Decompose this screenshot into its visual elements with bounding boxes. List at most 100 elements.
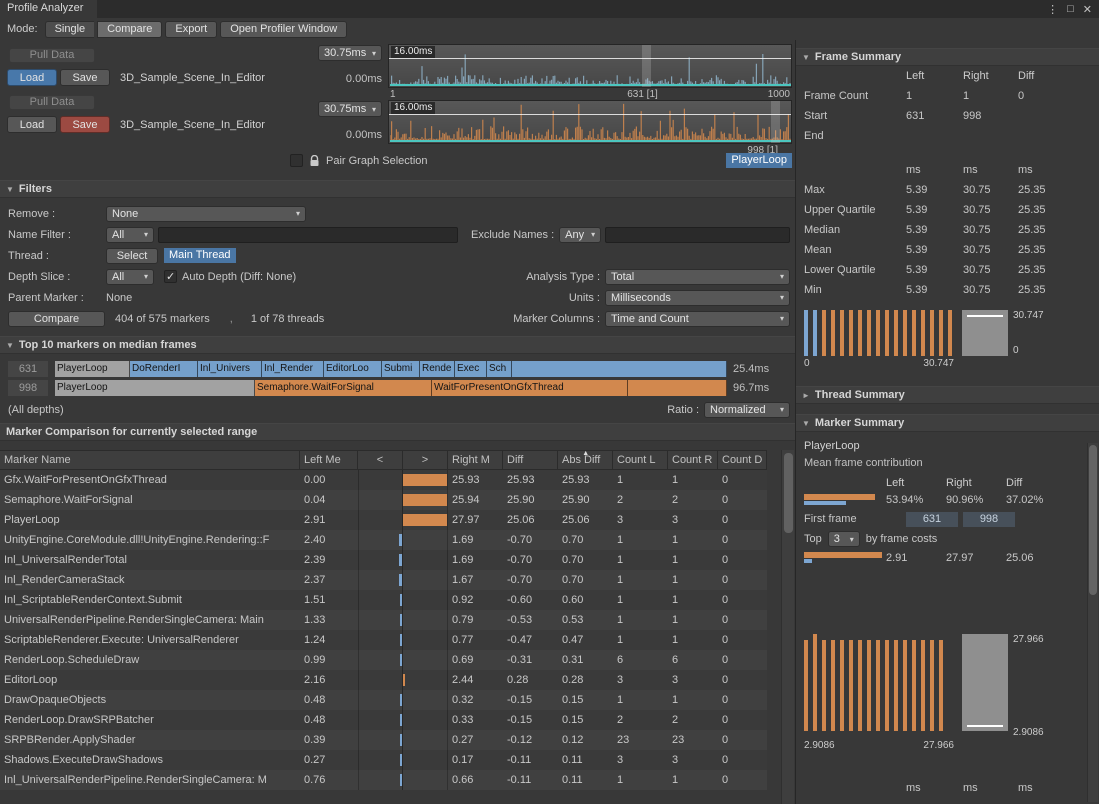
count-delta-cell: 0 <box>718 730 767 750</box>
marker-columns-dropdown[interactable]: Time and Count ▾ <box>605 311 790 327</box>
lock-icon[interactable] <box>309 155 320 167</box>
column-header-right-bar[interactable]: > <box>403 451 448 469</box>
marker-name-cell: DrawOpaqueObjects <box>0 690 300 710</box>
left-diff-bar-cell <box>358 770 403 790</box>
graph-scale-dropdown-bottom[interactable]: 30.75ms ▾ <box>318 101 382 117</box>
close-icon[interactable]: ✕ <box>1083 3 1092 16</box>
pull-data-button-left[interactable]: Pull Data <box>9 48 95 63</box>
table-row[interactable]: ScriptableRenderer.Execute: UniversalRen… <box>0 630 767 650</box>
marker-segment[interactable]: DoRenderI <box>130 361 198 377</box>
units-dropdown[interactable]: Milliseconds ▾ <box>605 290 790 306</box>
selected-marker-chip[interactable]: PlayerLoop <box>726 153 792 168</box>
analysis-type-dropdown[interactable]: Total ▾ <box>605 269 790 285</box>
frame-time-graph-left[interactable]: 16.00ms <box>388 44 792 88</box>
table-row[interactable]: Shadows.ExecuteDrawShadows0.270.17-0.110… <box>0 750 767 770</box>
column-header-count-right[interactable]: Count R <box>668 451 718 469</box>
mode-compare-button[interactable]: Compare <box>97 21 162 38</box>
marker-segment[interactable]: PlayerLoop <box>55 380 255 396</box>
marker-segment[interactable]: PlayerLoop <box>55 361 130 377</box>
table-row[interactable]: RenderLoop.DrawSRPBatcher0.480.33-0.150.… <box>0 710 767 730</box>
name-filter-input[interactable] <box>158 227 458 243</box>
table-row[interactable]: Inl_ScriptableRenderContext.Submit1.510.… <box>0 590 767 610</box>
histogram-axis: 2.9086 27.966 <box>804 738 954 752</box>
column-header-right-median[interactable]: Right M <box>448 451 503 469</box>
dataset-panel: Pull Data Load Save 3D_Sample_Scene_In_E… <box>7 46 317 142</box>
column-header-count-left[interactable]: Count L <box>613 451 668 469</box>
frame-time-graph-right[interactable]: 16.00ms <box>388 100 792 144</box>
maximize-icon[interactable]: □ <box>1067 3 1074 15</box>
column-header-left-median[interactable]: Left Me <box>300 451 358 469</box>
column-header-count-delta[interactable]: Count D <box>718 451 767 469</box>
compare-button[interactable]: Compare <box>8 311 105 327</box>
abs-diff-cell: 0.31 <box>558 650 613 670</box>
top-count-dropdown[interactable]: 3 ▾ <box>828 531 860 547</box>
pair-graph-checkbox[interactable] <box>290 154 303 167</box>
frame-summary-row: Start631998 <box>796 106 1099 126</box>
table-row[interactable]: SRPBRender.ApplyShader0.390.27-0.120.122… <box>0 730 767 750</box>
table-row[interactable]: Inl_RenderCameraStack2.371.67-0.700.7011… <box>0 570 767 590</box>
panel-scrollbar[interactable] <box>1087 443 1098 802</box>
marker-segment[interactable]: Inl_Render <box>262 361 324 377</box>
frame-summary-header[interactable]: ▼Frame Summary <box>796 48 1099 66</box>
column-header-abs-diff[interactable]: ▲Abs Diff <box>558 451 613 469</box>
thread-summary-header[interactable]: ►Thread Summary <box>796 386 1099 404</box>
column-header-left-bar[interactable]: < <box>358 451 403 469</box>
open-profiler-button[interactable]: Open Profiler Window <box>220 21 347 38</box>
mode-single-button[interactable]: Single <box>45 21 95 38</box>
table-row[interactable]: DrawOpaqueObjects0.480.32-0.150.15110 <box>0 690 767 710</box>
table-row[interactable]: Inl_UniversalRenderPipeline.RenderSingle… <box>0 770 767 790</box>
table-scrollbar[interactable] <box>781 450 794 804</box>
kebab-menu-icon[interactable]: ⋮ <box>1047 3 1058 16</box>
table-row[interactable]: UniversalRenderPipeline.RenderSingleCame… <box>0 610 767 630</box>
graph-scale-dropdown-top[interactable]: 30.75ms ▾ <box>318 45 382 61</box>
save-button-left[interactable]: Save <box>60 69 110 86</box>
ratio-dropdown[interactable]: Normalized ▾ <box>704 402 790 418</box>
marker-segment[interactable]: Rende <box>420 361 455 377</box>
top-label: Top <box>804 533 822 545</box>
pull-data-button-right[interactable]: Pull Data <box>9 95 95 110</box>
top10-header[interactable]: ▼Top 10 markers on median frames <box>0 336 795 354</box>
right-median-cell: 0.66 <box>448 770 503 790</box>
scrollbar-thumb[interactable] <box>1089 445 1097 595</box>
table-row[interactable]: UnityEngine.CoreModule.dll!UnityEngine.R… <box>0 530 767 550</box>
table-row[interactable]: EditorLoop2.162.440.280.28330 <box>0 670 767 690</box>
marker-segment[interactable] <box>628 380 727 396</box>
save-button-right[interactable]: Save <box>60 116 110 133</box>
depth-slice-dropdown[interactable]: All ▾ <box>106 269 154 285</box>
marker-segment[interactable] <box>512 361 727 377</box>
marker-segment[interactable]: Exec <box>455 361 487 377</box>
marker-segment[interactable]: EditorLoo <box>324 361 382 377</box>
exclude-names-input[interactable] <box>605 227 790 243</box>
marker-segment[interactable]: Inl_Univers <box>198 361 262 377</box>
filters-header[interactable]: ▼Filters <box>0 180 795 198</box>
marker-summary-header[interactable]: ▼Marker Summary <box>796 414 1099 432</box>
auto-depth-checkbox[interactable] <box>164 270 177 283</box>
marker-comparison-section: Marker Comparison for currently selected… <box>0 423 795 804</box>
count-right-cell: 2 <box>668 490 718 510</box>
name-filter-mode-dropdown[interactable]: All ▾ <box>106 227 154 243</box>
thread-value-chip[interactable]: Main Thread <box>164 248 236 263</box>
marker-segment[interactable]: Sch <box>487 361 512 377</box>
marker-segment[interactable]: Semaphore.WaitForSignal <box>255 380 432 396</box>
table-row[interactable]: Gfx.WaitForPresentOnGfxThread0.0025.9325… <box>0 470 767 490</box>
first-frame-left-button[interactable]: 631 <box>906 512 958 527</box>
table-row[interactable]: Inl_UniversalRenderTotal2.391.69-0.700.7… <box>0 550 767 570</box>
marker-segment[interactable]: WaitForPresentOnGfxThread <box>432 380 628 396</box>
column-header-diff[interactable]: Diff <box>503 451 558 469</box>
table-row[interactable]: Semaphore.WaitForSignal0.0425.9425.9025.… <box>0 490 767 510</box>
window-tab[interactable]: Profile Analyzer <box>0 0 97 18</box>
remove-dropdown[interactable]: None ▾ <box>106 206 306 222</box>
table-row[interactable]: PlayerLoop2.9127.9725.0625.06330 <box>0 510 767 530</box>
thread-select-button[interactable]: Select <box>106 248 158 264</box>
load-button-right[interactable]: Load <box>7 116 57 133</box>
load-button-left[interactable]: Load <box>7 69 57 86</box>
box-plot <box>962 310 1008 356</box>
export-button[interactable]: Export <box>165 21 217 38</box>
exclude-mode-dropdown[interactable]: Any ▾ <box>559 227 601 243</box>
scrollbar-thumb[interactable] <box>784 453 793 533</box>
marker-segment[interactable]: Submi <box>382 361 420 377</box>
table-row[interactable]: RenderLoop.ScheduleDraw0.990.69-0.310.31… <box>0 650 767 670</box>
units-label: Units : <box>569 292 600 304</box>
column-header-marker-name[interactable]: Marker Name <box>0 451 300 469</box>
first-frame-right-button[interactable]: 998 <box>963 512 1015 527</box>
